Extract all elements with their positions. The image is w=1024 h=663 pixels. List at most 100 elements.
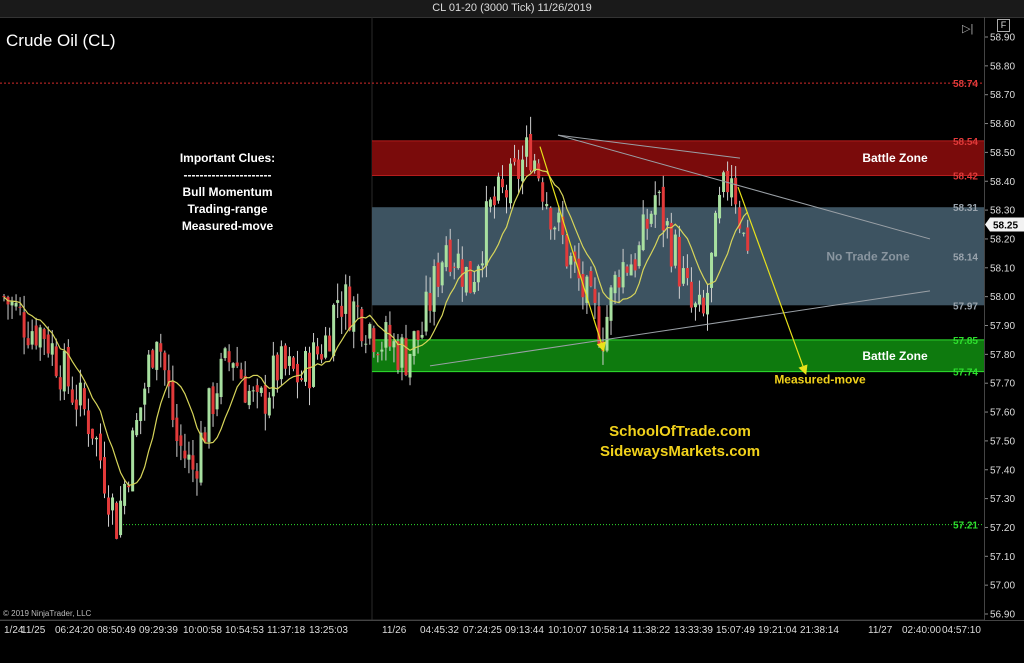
price-tick-label: 57.60 — [990, 408, 1015, 419]
candle-up — [267, 397, 271, 416]
candle-down — [90, 428, 94, 439]
candle-up — [693, 303, 697, 308]
level-price-label: 58.42 — [953, 171, 978, 182]
candle-down — [701, 297, 705, 314]
candle-down — [82, 388, 86, 410]
price-axis-labels: 58.90 58.80 58.70 58.60 58.50 58.40 58.30 58.20… — [985, 33, 1024, 620]
candle-down — [2, 295, 6, 298]
level-price-label: 58.74 — [953, 79, 978, 90]
candle-up — [488, 199, 492, 207]
candle-down — [746, 227, 750, 251]
candle-up — [78, 382, 82, 406]
time-tick-label: 04:45:32 — [420, 625, 459, 636]
candle-up — [714, 212, 718, 257]
candle-up — [94, 437, 98, 440]
candle-up — [444, 245, 448, 268]
candle-up — [62, 350, 66, 392]
copyright: © 2019 NinjaTrader, LLC — [3, 609, 92, 618]
candle-up — [637, 245, 641, 267]
candle-down — [275, 354, 279, 381]
candle-down — [175, 417, 179, 442]
price-tick-label: 57.90 — [990, 321, 1015, 332]
candle-up — [324, 335, 328, 358]
level-price-label: 58.14 — [953, 252, 978, 263]
candle-up — [10, 301, 14, 306]
time-tick-label: 19:21:04 — [758, 625, 797, 636]
candle-down — [565, 235, 569, 267]
candle-up — [722, 172, 726, 193]
time-tick-label: 11/27 — [868, 625, 893, 636]
candle-up — [380, 349, 384, 352]
candle-down — [159, 343, 163, 352]
price-tick-label: 58.80 — [990, 61, 1015, 72]
current-price-label: 58.25 — [993, 221, 1018, 232]
time-tick-label: 04:57:10 — [942, 625, 981, 636]
candle-down — [452, 266, 456, 268]
no-trade-zone-label: No Trade Zone — [826, 249, 910, 263]
candle-up — [496, 176, 500, 201]
candle-up — [135, 420, 139, 436]
price-tick-label: 58.20 — [990, 234, 1015, 245]
candle-up — [412, 331, 416, 356]
candle-down — [589, 271, 593, 287]
candle-down — [211, 386, 215, 415]
price-tick-label: 58.10 — [990, 263, 1015, 274]
candle-down — [685, 268, 689, 279]
time-tick-label: 11:37:18 — [267, 625, 306, 636]
candle-up — [484, 201, 488, 266]
clue-item: Bull Momentum — [182, 185, 273, 199]
candle-up — [352, 301, 356, 332]
measured-move-label: Measured-move — [774, 373, 866, 387]
candle-up — [139, 407, 143, 422]
candle-up — [476, 266, 480, 283]
candle-down — [227, 351, 231, 363]
candle-down — [340, 305, 344, 317]
candle-up — [400, 337, 404, 368]
price-tick-label: 57.40 — [990, 465, 1015, 476]
candle-down — [239, 369, 243, 379]
chart-area[interactable]: Battle Zone No Trade Zone Battle Zone Meas… — [0, 17, 984, 620]
candle-down — [541, 182, 545, 202]
scroll-to-end-icon[interactable]: ▷| — [962, 22, 973, 35]
candle-up — [706, 292, 709, 315]
candle-down — [183, 450, 187, 459]
price-tick-label: 58.50 — [990, 148, 1015, 159]
price-tick-label: 57.70 — [990, 379, 1015, 390]
candle-up — [364, 343, 368, 345]
candle-up — [609, 287, 613, 321]
candle-up — [287, 356, 291, 366]
candle-down — [255, 385, 259, 392]
candle-up — [641, 214, 645, 251]
candle-down — [448, 239, 452, 272]
price-axis[interactable]: F 58.90 58.80 58.70 58.60 58.50 58.40 58.30 58.… — [984, 17, 1024, 620]
candle-down — [291, 357, 295, 369]
clue-item: Measured-move — [181, 219, 274, 233]
candle-up — [665, 221, 669, 226]
candle-down — [320, 354, 324, 360]
candle-down — [22, 312, 26, 338]
price-tick-label: 58.90 — [990, 33, 1015, 44]
time-tick-label: 11:38:22 — [632, 625, 671, 636]
candle-up — [681, 268, 685, 284]
candle-down — [46, 334, 50, 354]
battle-zone-label: Battle Zone — [862, 151, 928, 165]
candle-down — [348, 286, 352, 331]
candle-down — [625, 266, 629, 273]
price-tick-label: 57.10 — [990, 552, 1015, 563]
time-tick-label: 08:50:49 — [97, 625, 136, 636]
candle-down — [593, 288, 597, 303]
candle-down — [308, 352, 312, 389]
candle-down — [328, 335, 332, 352]
candle-down — [372, 328, 376, 353]
site-school-of-trade: SchoolOfTrade.com — [609, 423, 751, 440]
time-axis[interactable]: 1/24 11/25 06:24:20 08:50:49 09:29:39 10:00:5… — [0, 620, 1024, 663]
level-price-label: 57.97 — [953, 301, 978, 312]
candle-up — [223, 348, 227, 359]
clue-item: Trading-range — [187, 202, 268, 216]
candle-up — [408, 353, 412, 378]
candle-up — [131, 430, 135, 492]
candle-down — [360, 309, 364, 342]
candle-down — [283, 345, 287, 369]
price-chart[interactable]: Battle Zone No Trade Zone Battle Zone Meas… — [0, 17, 984, 620]
candle-down — [726, 170, 730, 193]
